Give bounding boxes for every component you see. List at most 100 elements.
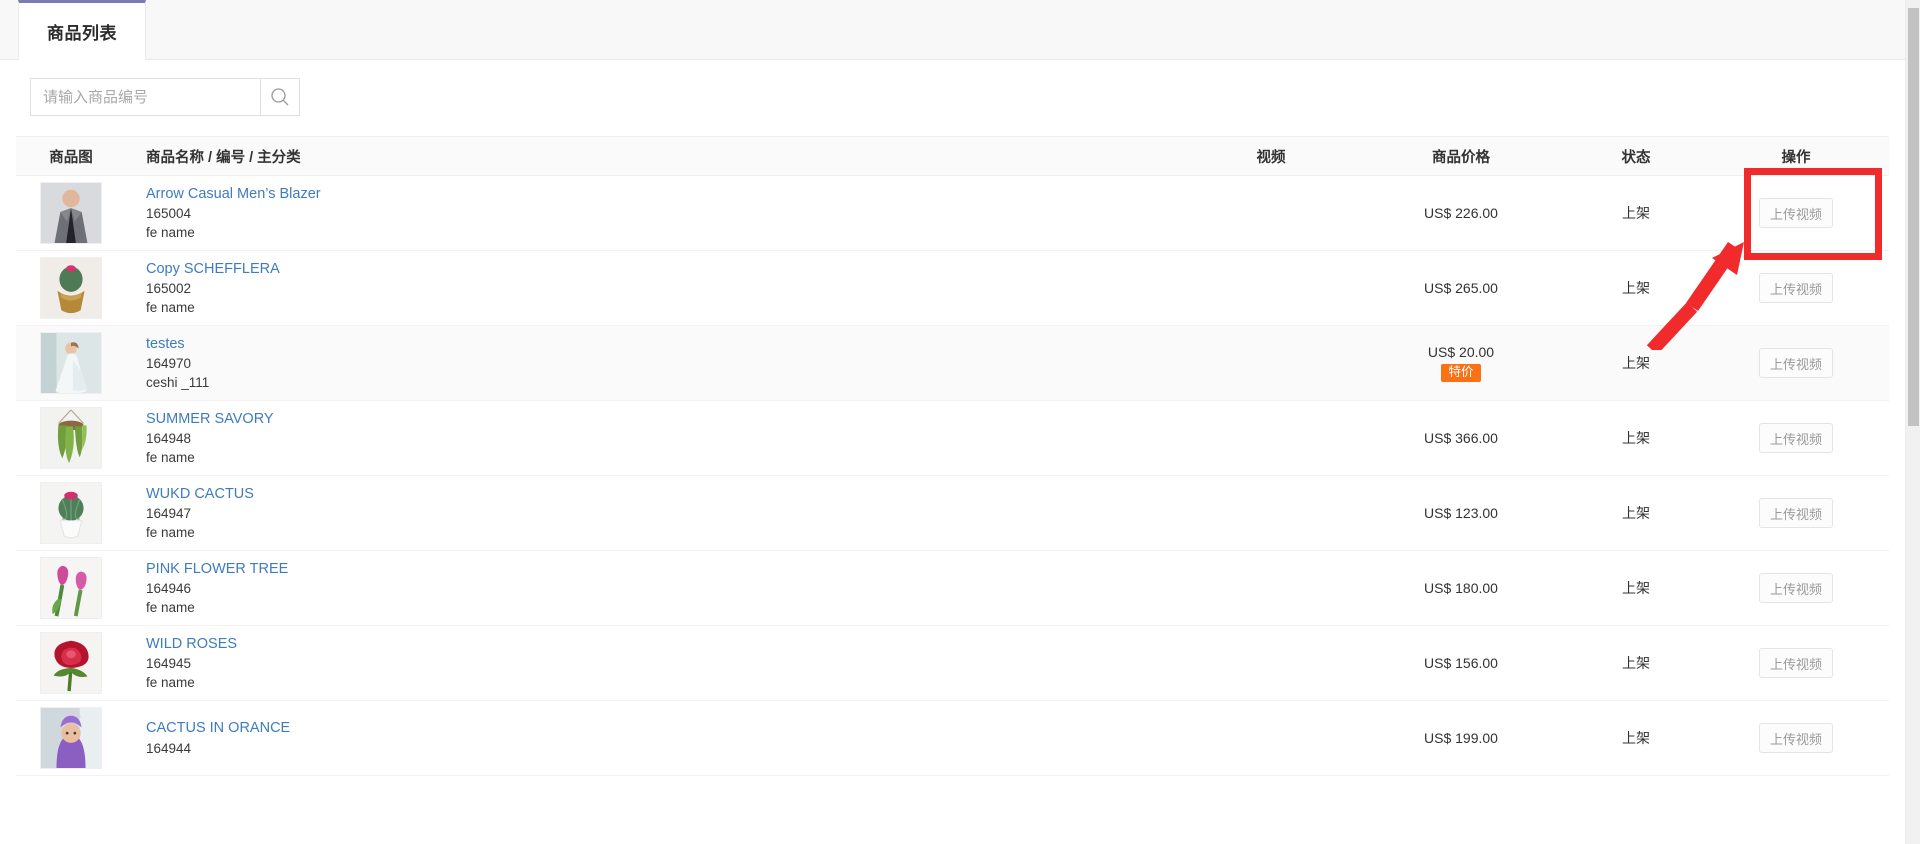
product-thumbnail[interactable] [40,257,102,319]
product-video-cell [1181,476,1361,550]
product-thumbnail[interactable] [40,707,102,769]
status-badge: 上架 [1622,505,1650,521]
product-name-link[interactable]: WUKD CACTUS [146,484,254,505]
upload-video-button[interactable]: 上传视频 [1759,498,1833,528]
table-row: Copy SCHEFFLERA 165002 fe name US$ 265.0… [16,251,1889,326]
table-row: WILD ROSES 164945 fe name US$ 156.00 上架 … [16,626,1889,701]
content-panel: 商品图 商品名称 / 编号 / 主分类 视频 商品价格 状态 操作 Arrow … [0,60,1905,844]
product-info-cell: PINK FLOWER TREE 164946 fe name [126,551,1181,625]
product-image-cell [16,251,126,325]
upload-video-button[interactable]: 上传视频 [1759,573,1833,603]
upload-video-button[interactable]: 上传视频 [1759,423,1833,453]
product-category: ceshi _111 [146,375,210,391]
product-code: 164945 [146,656,192,672]
product-info-cell: WUKD CACTUS 164947 fe name [126,476,1181,550]
product-category: fe name [146,300,195,316]
tab-bar: 商品列表 [0,0,1905,60]
product-code: 164947 [146,506,192,522]
table-row: CACTUS IN ORANCE 164944 US$ 199.00 上架 上传… [16,701,1889,776]
column-header-name: 商品名称 / 编号 / 主分类 [146,149,301,166]
product-info: Copy SCHEFFLERA 165002 fe name [146,259,280,318]
product-image-cell [16,326,126,400]
upload-video-button[interactable]: 上传视频 [1759,198,1833,228]
product-table: 商品图 商品名称 / 编号 / 主分类 视频 商品价格 状态 操作 Arrow … [16,136,1889,776]
product-name-link[interactable]: testes [146,334,209,355]
product-info: PINK FLOWER TREE 164946 fe name [146,559,288,618]
product-info-cell: SUMMER SAVORY 164948 fe name [126,401,1181,475]
product-thumbnail[interactable] [40,407,102,469]
product-info-cell: Arrow Casual Men’s Blazer 165004 fe name [126,176,1181,250]
product-info: testes 164970 ceshi _111 [146,334,209,393]
table-row: testes 164970 ceshi _111 US$ 20.00 特价 上架… [16,326,1889,401]
product-info: Arrow Casual Men’s Blazer 165004 fe name [146,184,321,243]
product-action-cell: 上传视频 [1711,626,1881,700]
upload-video-button[interactable]: 上传视频 [1759,273,1833,303]
tab-product-list[interactable]: 商品列表 [18,0,146,60]
product-name-link[interactable]: Arrow Casual Men’s Blazer [146,184,321,205]
product-action-cell: 上传视频 [1711,701,1881,775]
status-badge: 上架 [1622,655,1650,671]
product-code: 164970 [146,356,192,372]
product-code: 164946 [146,581,192,597]
product-info: WUKD CACTUS 164947 fe name [146,484,254,543]
price-badge: 特价 [1441,363,1481,383]
product-price: US$ 20.00 [1427,343,1495,360]
product-thumbnail[interactable] [40,482,102,544]
product-info-cell: CACTUS IN ORANCE 164944 [126,701,1181,775]
product-list-page: 商品列表 商品图 商品名称 / [0,0,1920,844]
status-badge: 上架 [1622,430,1650,446]
product-action-cell: 上传视频 [1711,401,1881,475]
upload-video-button[interactable]: 上传视频 [1759,648,1833,678]
status-badge: 上架 [1622,205,1650,221]
status-badge: 上架 [1622,355,1650,371]
product-image-cell [16,626,126,700]
product-name-link[interactable]: PINK FLOWER TREE [146,559,288,580]
product-info-cell: testes 164970 ceshi _111 [126,326,1181,400]
product-info: SUMMER SAVORY 164948 fe name [146,409,274,468]
tab-product-list-label: 商品列表 [47,24,117,43]
table-header: 商品图 商品名称 / 编号 / 主分类 视频 商品价格 状态 操作 [16,136,1889,176]
product-thumbnail[interactable] [40,182,102,244]
product-price-cell: US$ 366.00 [1361,401,1561,475]
product-price: US$ 180.00 [1424,580,1498,596]
product-video-cell [1181,551,1361,625]
product-video-cell [1181,701,1361,775]
product-image-cell [16,176,126,250]
vertical-scrollbar-track[interactable] [1905,0,1920,844]
upload-video-button[interactable]: 上传视频 [1759,723,1833,753]
product-state-cell: 上架 [1561,401,1711,475]
product-category: fe name [146,600,195,616]
product-price-cell: US$ 180.00 [1361,551,1561,625]
product-action-cell: 上传视频 [1711,326,1881,400]
product-video-cell [1181,401,1361,475]
product-action-cell: 上传视频 [1711,176,1881,250]
column-header-video: 视频 [1256,149,1286,166]
product-name-link[interactable]: CACTUS IN ORANCE [146,718,290,739]
product-thumbnail[interactable] [40,557,102,619]
status-badge: 上架 [1622,730,1650,746]
product-price: US$ 199.00 [1424,730,1498,746]
search-input[interactable] [30,78,260,116]
product-name-link[interactable]: WILD ROSES [146,634,237,655]
product-name-link[interactable]: Copy SCHEFFLERA [146,259,280,280]
product-state-cell: 上架 [1561,626,1711,700]
product-thumbnail[interactable] [40,632,102,694]
product-price-cell: US$ 199.00 [1361,701,1561,775]
product-category: fe name [146,450,195,466]
product-image-cell [16,401,126,475]
search-button[interactable] [260,78,300,116]
vertical-scrollbar-thumb[interactable] [1908,8,1919,426]
product-image-cell [16,551,126,625]
product-code: 164944 [146,740,192,756]
status-badge: 上架 [1622,580,1650,596]
column-header-image: 商品图 [49,149,93,166]
table-row: SUMMER SAVORY 164948 fe name US$ 366.00 … [16,401,1889,476]
product-category: fe name [146,525,195,541]
product-name-link[interactable]: SUMMER SAVORY [146,409,274,430]
product-info: WILD ROSES 164945 fe name [146,634,237,693]
product-video-cell [1181,326,1361,400]
product-category: fe name [146,225,195,241]
product-price: US$ 226.00 [1424,205,1498,221]
upload-video-button[interactable]: 上传视频 [1759,348,1833,378]
product-thumbnail[interactable] [40,332,102,394]
